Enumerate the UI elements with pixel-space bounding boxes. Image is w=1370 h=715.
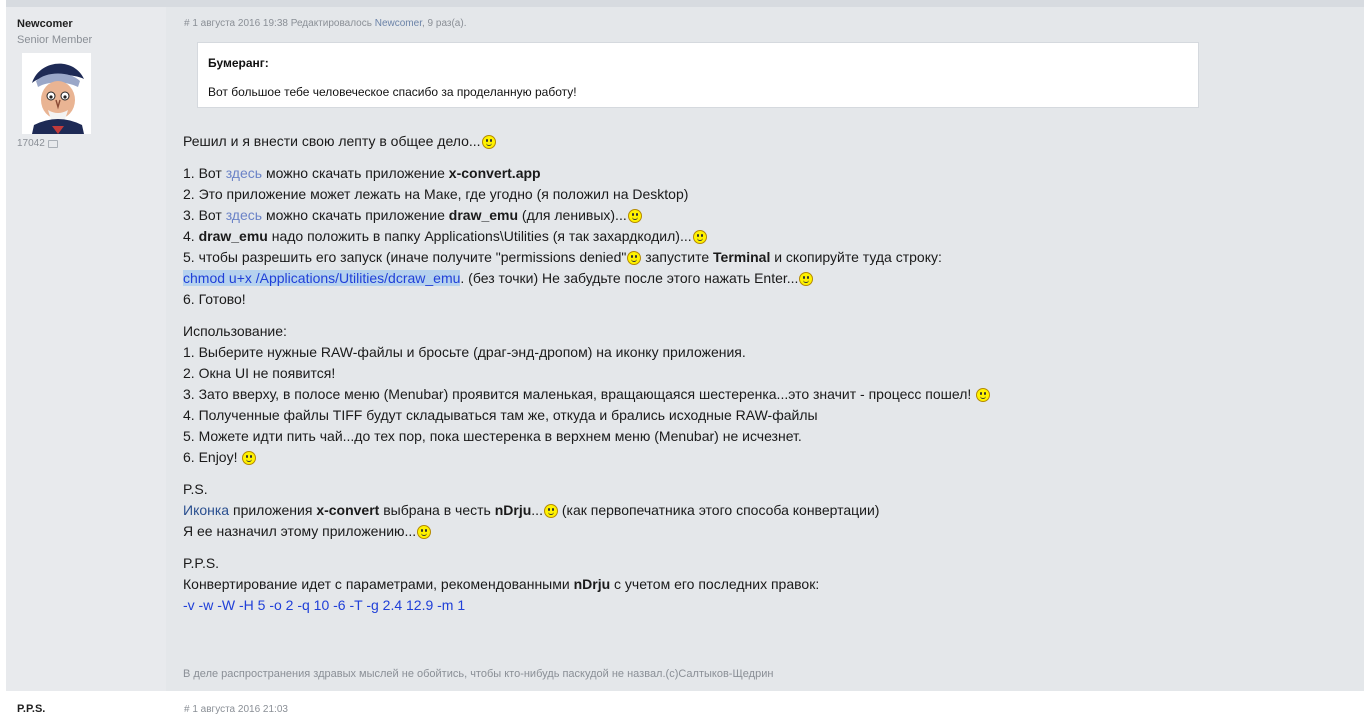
step-text: можно скачать приложение	[262, 207, 449, 223]
pps-text: с учетом его последних правок:	[610, 576, 820, 592]
step-3: 3. Вот здесь можно скачать приложение dr…	[183, 205, 1283, 226]
usage-1: 1. Выберите нужные RAW-файлы и бросьте (…	[183, 344, 746, 360]
step-text: запустите	[641, 249, 714, 265]
app-name: draw_emu	[448, 207, 519, 223]
command-line: chmod u+x /Applications/Utilities/dcraw_…	[183, 268, 1283, 289]
smiley-icon	[543, 504, 558, 518]
smiley-icon	[481, 135, 496, 149]
smiley-icon	[976, 388, 991, 402]
next-post-author[interactable]: P.P.S.	[17, 703, 45, 715]
post-count: 17042	[17, 138, 58, 149]
step-text: можно скачать приложение	[262, 165, 449, 181]
app-name: x-convert.app	[448, 165, 541, 181]
next-post-meta[interactable]: # 1 августа 2016 21:03	[184, 704, 288, 715]
params-line: -v -w -W -H 5 -o 2 -q 10 -6 -T -g 2.4 12…	[183, 597, 466, 613]
intro-text: Решил и я внести свою лепту в общее дело…	[183, 133, 481, 149]
avatar[interactable]	[22, 53, 91, 134]
app-name: x-convert	[316, 502, 380, 518]
step-text: 4.	[183, 228, 199, 244]
smiley-icon	[417, 525, 432, 539]
ps-line-2: Я ее назначил этому приложению...	[183, 521, 1283, 542]
ps-line-1: Иконка приложения x-convert выбрана в че…	[183, 500, 1283, 521]
step-text: 5. чтобы разрешить его запуск (иначе пол…	[183, 249, 627, 265]
forum-post: Newcomer Senior Member 17042 # 1 августа…	[6, 7, 1364, 691]
ps-text: приложения	[229, 502, 317, 518]
step-text: и скопируйте туда строку:	[770, 249, 942, 265]
step-text: . (без точки) Не забудьте после этого на…	[460, 270, 799, 286]
speech-bubble-icon	[47, 139, 58, 148]
download-link[interactable]: здесь	[226, 207, 262, 223]
pps-text: Конвертирование идет с параметрами, реко…	[183, 576, 574, 592]
smiley-icon	[242, 451, 257, 465]
user-name: nDrju	[573, 576, 611, 592]
ps-title: P.S.	[183, 481, 208, 497]
step-5: 5. чтобы разрешить его запуск (иначе пол…	[183, 247, 1283, 268]
usage-6: 6. Enjoy!	[183, 447, 1283, 468]
smiley-icon	[692, 230, 707, 244]
usage-text: 3. Зато вверху, в полосе меню (Menubar) …	[183, 386, 976, 402]
pps-line: Конвертирование идет с параметрами, реко…	[183, 574, 1283, 595]
ps-text: (как первопечатника этого способа конвер…	[557, 502, 880, 518]
usage-4: 4. Полученные файлы TIFF будут складыват…	[183, 407, 818, 423]
author-name[interactable]: Newcomer	[17, 18, 73, 30]
app-name: Terminal	[713, 249, 771, 265]
step-text: (для ленивых)...	[518, 207, 627, 223]
usage-text: 6. Enjoy!	[183, 449, 242, 465]
signature: В деле распространения здравых мыслей не…	[183, 668, 774, 680]
smiley-icon	[799, 272, 814, 286]
usage-5: 5. Можете идти пить чай...до тех пор, по…	[183, 428, 802, 444]
step-text: 3. Вот	[183, 207, 226, 223]
edit-count: , 9 раз(а).	[421, 18, 467, 29]
post-sidebar: Newcomer Senior Member 17042	[6, 7, 166, 691]
step-2: 2. Это приложение может лежать на Маке, …	[183, 186, 689, 202]
avatar-image	[22, 53, 91, 134]
quote-author: Бумеранг:	[208, 56, 269, 70]
post-count-value: 17042	[17, 138, 45, 149]
smiley-icon	[627, 251, 642, 265]
pps-title: P.P.S.	[183, 555, 220, 571]
usage-title: Использование:	[183, 323, 287, 339]
step-text: надо положить в папку Applications\Utili…	[267, 228, 692, 244]
usage-3: 3. Зато вверху, в полосе меню (Menubar) …	[183, 384, 1283, 405]
post-meta-date[interactable]: # 1 августа 2016 19:38 Редактировалось	[184, 18, 375, 29]
app-name: draw_emu	[198, 228, 268, 244]
step-text: 1. Вот	[183, 165, 226, 181]
ps-text: выбрана в честь	[379, 502, 495, 518]
ps-text: ...	[531, 502, 543, 518]
intro-line: Решил и я внести свою лепту в общее дело…	[183, 131, 1283, 152]
post-meta: # 1 августа 2016 19:38 Редактировалось N…	[184, 18, 466, 29]
post-body: Решил и я внести свою лепту в общее дело…	[183, 131, 1283, 616]
user-name: nDrju	[494, 502, 532, 518]
next-post: P.P.S. # 1 августа 2016 21:03	[0, 691, 1370, 715]
step-6: 6. Готово!	[183, 291, 246, 307]
step-1: 1. Вот здесь можно скачать приложение x-…	[183, 163, 1283, 184]
icon-link[interactable]: Иконка	[183, 502, 229, 518]
editor-link[interactable]: Newcomer	[375, 18, 422, 29]
usage-2: 2. Окна UI не появится!	[183, 365, 336, 381]
smiley-icon	[627, 209, 642, 223]
previous-post-border	[6, 0, 1364, 7]
step-4: 4. draw_emu надо положить в папку Applic…	[183, 226, 1283, 247]
author-rank: Senior Member	[17, 34, 93, 46]
download-link[interactable]: здесь	[226, 165, 262, 181]
command-text[interactable]: chmod u+x /Applications/Utilities/dcraw_…	[183, 270, 461, 286]
quote-text: Вот большое тебе человеческое спасибо за…	[208, 85, 577, 99]
ps-text: Я ее назначил этому приложению...	[183, 523, 417, 539]
quote-block: Бумеранг: Вот большое тебе человеческое …	[197, 42, 1199, 108]
